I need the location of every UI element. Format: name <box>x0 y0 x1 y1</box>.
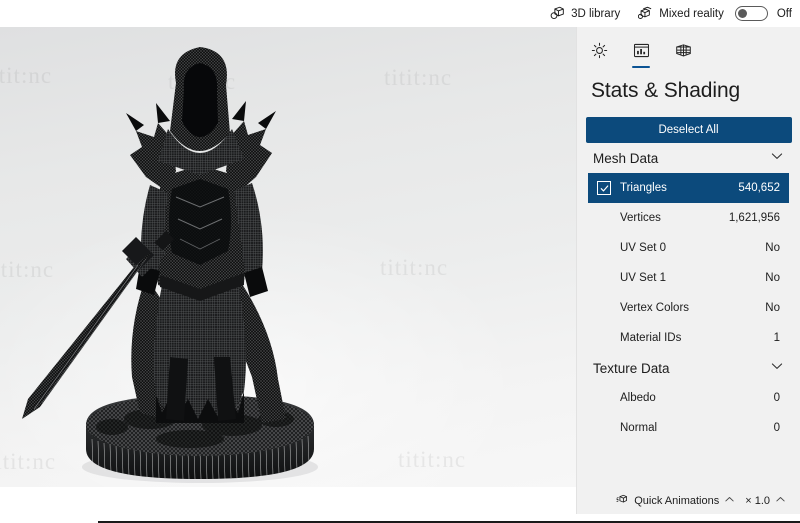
tab-mesh-grid[interactable] <box>670 37 696 63</box>
chevron-up-icon <box>724 494 735 508</box>
stat-row-material-ids[interactable]: Material IDs 1 <box>588 323 789 353</box>
stat-value-vertex-colors: No <box>765 302 780 314</box>
3d-viewport[interactable]: titit:nc titit:nc titit:nc titit:nc titi… <box>0 27 576 487</box>
stats-shading-panel: Stats & Shading Deselect All Mesh Data T… <box>576 27 800 523</box>
section-title-texture-data: Texture Data <box>593 360 670 376</box>
stat-label-albedo: Albedo <box>620 392 656 404</box>
deselect-all-button[interactable]: Deselect All <box>585 117 792 143</box>
stat-label-normal: Normal <box>620 422 658 434</box>
toggle-state-label: Off <box>776 7 792 20</box>
chevron-down-icon <box>770 149 784 168</box>
chevron-up-icon <box>775 494 786 508</box>
model-face-shadow <box>182 63 218 137</box>
quick-animations-label: Quick Animations <box>634 495 720 507</box>
stat-label-vertices: Vertices <box>620 212 661 224</box>
stat-label-uv-set-1: UV Set 1 <box>620 272 667 284</box>
bottom-status-bar: Quick Animations × 1.0 <box>576 488 800 514</box>
3d-model-armored-knight[interactable] <box>0 27 576 487</box>
chevron-down-icon <box>770 359 784 378</box>
stat-value-triangles: 540,652 <box>738 182 780 194</box>
stat-row-triangles[interactable]: Triangles 540,652 <box>588 173 789 203</box>
tab-stats-shading[interactable] <box>628 37 654 68</box>
toggle-knob <box>738 9 748 19</box>
mixed-reality-toggle[interactable] <box>734 6 768 21</box>
stats-shading-icon <box>633 42 650 59</box>
stat-row-albedo[interactable]: Albedo 0 <box>588 383 789 413</box>
cube-library-icon <box>550 6 565 21</box>
stat-value-vertices: 1,621,956 <box>728 212 780 224</box>
playback-speed-button[interactable]: × 1.0 <box>740 490 791 512</box>
quick-animations-button[interactable]: Quick Animations <box>610 490 740 512</box>
top-command-bar: 3D library Mixed reality Off <box>0 0 800 27</box>
mixed-reality-label: Mixed reality <box>659 7 724 20</box>
page-title: Stats & Shading <box>591 79 741 102</box>
3d-library-label: 3D library <box>571 7 621 20</box>
stat-value-normal: 0 <box>773 422 780 434</box>
stat-row-uv-set-1[interactable]: UV Set 1 No <box>588 263 789 293</box>
stat-value-material-ids: 1 <box>773 332 780 344</box>
stat-row-vertices[interactable]: Vertices 1,621,956 <box>588 203 789 233</box>
stat-value-uv-set-1: No <box>765 272 780 284</box>
stat-value-albedo: 0 <box>773 392 780 404</box>
section-header-mesh-data[interactable]: Mesh Data <box>588 143 789 173</box>
mixed-reality-button[interactable]: Mixed reality <box>629 2 733 26</box>
stat-label-uv-set-0: UV Set 0 <box>620 242 667 254</box>
tab-lighting[interactable] <box>586 37 612 63</box>
section-header-texture-data[interactable]: Texture Data <box>588 353 789 383</box>
stat-value-uv-set-0: No <box>765 242 780 254</box>
sun-lighting-icon <box>591 42 608 59</box>
animation-cube-icon <box>615 493 629 510</box>
playback-speed-label: × 1.0 <box>745 495 770 507</box>
grid-mesh-icon <box>675 42 692 59</box>
stat-label-material-ids: Material IDs <box>620 332 682 344</box>
3d-library-button[interactable]: 3D library <box>541 2 629 26</box>
model-chestplate <box>169 179 231 265</box>
stat-label-triangles: Triangles <box>620 182 667 194</box>
stat-label-vertex-colors: Vertex Colors <box>620 302 690 314</box>
mixed-reality-viewer-app: 3D library Mixed reality Off tit:nc titi… <box>0 0 800 523</box>
mixed-reality-icon <box>638 6 653 21</box>
section-title-mesh-data: Mesh Data <box>593 150 659 166</box>
checkbox-triangles[interactable] <box>597 181 611 195</box>
stat-row-normal[interactable]: Normal 0 <box>588 413 789 443</box>
panel-tab-strip <box>577 35 800 68</box>
stat-row-vertex-colors[interactable]: Vertex Colors No <box>588 293 789 323</box>
mixed-reality-toggle-group[interactable]: Off <box>733 6 792 21</box>
stat-row-uv-set-0[interactable]: UV Set 0 No <box>588 233 789 263</box>
